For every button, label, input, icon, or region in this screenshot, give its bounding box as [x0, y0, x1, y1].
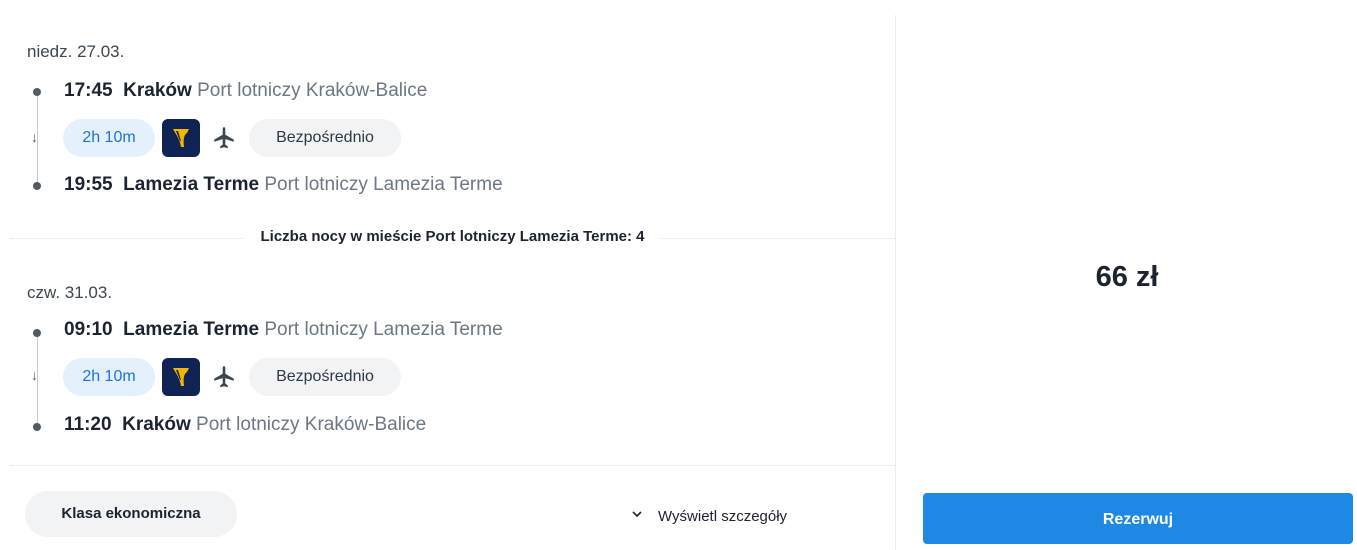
inbound-arrival-dot	[33, 423, 41, 431]
harp-logo-icon	[173, 129, 189, 147]
airline-logo-icon	[162, 119, 200, 157]
chevron-down-icon	[632, 511, 642, 518]
outbound-departure-city: Kraków	[123, 80, 192, 101]
inbound-arrival-city: Kraków	[122, 414, 191, 435]
airline-logo-icon	[162, 358, 200, 396]
cabin-class-badge: Klasa ekonomiczna	[25, 491, 237, 537]
book-button[interactable]: Rezerwuj	[923, 493, 1353, 544]
outbound-departure-time: 17:45	[64, 80, 113, 101]
show-details-button[interactable]: Wyświetl szczegóły	[632, 508, 787, 525]
price-panel: 66 zł Rezerwuj	[895, 15, 1357, 550]
inbound-departure-dot	[33, 329, 41, 337]
outbound-departure: 17:45 Kraków Port lotniczy Kraków-Balice	[64, 80, 427, 102]
inbound-date: czw. 31.03.	[27, 283, 113, 302]
outbound-departure-dot	[33, 88, 41, 96]
inbound-departure-airport: Port lotniczy Lamezia Terme	[264, 319, 503, 340]
outbound-departure-airport: Port lotniczy Kraków-Balice	[197, 80, 428, 101]
outbound-date: niedz. 27.03.	[27, 42, 125, 61]
outbound-arrival-airport: Port lotniczy Lamezia Terme	[264, 174, 503, 195]
inbound-arrival-time: 11:20	[64, 414, 112, 435]
outbound-arrival-city: Lamezia Terme	[123, 174, 260, 195]
airplane-icon	[211, 125, 237, 151]
inbound-arrival: 11:20 Kraków Port lotniczy Kraków-Balice	[64, 414, 426, 436]
outbound-arrival: 19:55 Lamezia Terme Port lotniczy Lamezi…	[64, 174, 503, 196]
nights-label: Liczba nocy w mieście Port lotniczy Lame…	[244, 228, 661, 245]
outbound-arrival-dot	[33, 182, 41, 190]
inbound-arrival-airport: Port lotniczy Kraków-Balice	[196, 414, 427, 435]
outbound-arrival-time: 19:55	[64, 174, 113, 195]
price-value: 66 zł	[1095, 261, 1159, 293]
airplane-icon	[211, 364, 237, 390]
harp-logo-icon	[173, 368, 189, 386]
inbound-departure-time: 09:10	[64, 319, 113, 340]
itinerary-panel: niedz. 27.03. 17:45 Kraków Port lotniczy…	[0, 0, 895, 550]
inbound-direct-badge: Bezpośrednio	[249, 358, 401, 396]
inbound-departure: 09:10 Lamezia Terme Port lotniczy Lamezi…	[64, 319, 503, 341]
nights-separator: Liczba nocy w mieście Port lotniczy Lame…	[10, 222, 895, 252]
inbound-departure-city: Lamezia Terme	[123, 319, 260, 340]
outbound-duration-badge: 2h 10m	[63, 119, 155, 157]
down-arrow-icon: ↓	[31, 129, 38, 145]
outbound-direct-badge: Bezpośrednio	[249, 119, 401, 157]
inbound-duration-badge: 2h 10m	[63, 358, 155, 396]
divider	[10, 465, 895, 466]
down-arrow-icon: ↓	[31, 367, 38, 383]
show-details-label: Wyświetl szczegóły	[658, 508, 788, 525]
